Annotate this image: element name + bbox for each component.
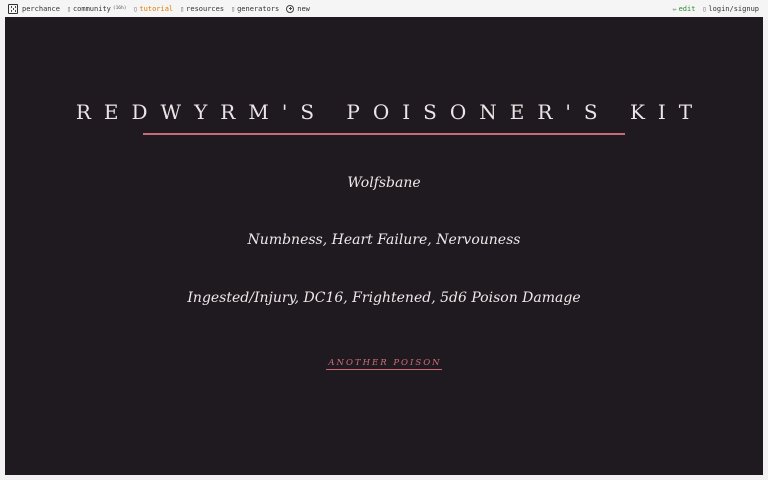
nav-right: ✏ edit ▯ login/signup (673, 5, 768, 13)
tutorial-link[interactable]: ▯ tutorial (133, 5, 173, 13)
pencil-icon: ✏ (672, 4, 677, 13)
perchance-home-link[interactable]: perchance (8, 3, 60, 14)
page-title: REDWYRM'S POISONER'S KIT (75, 100, 706, 124)
dice-icon (8, 3, 18, 14)
tutorial-label: tutorial (139, 4, 174, 13)
generators-label: generators (237, 4, 280, 13)
resources-link[interactable]: ▯ resources (180, 5, 224, 13)
user-icon: ▯ (702, 4, 707, 13)
new-label: new (297, 4, 310, 13)
title-divider (143, 133, 625, 135)
resources-icon: ▯ (180, 4, 185, 13)
brand-label: perchance (22, 4, 60, 13)
poison-name: Wolfsbane (347, 175, 421, 191)
community-icon: ▯ (66, 4, 72, 13)
poison-effects: Numbness, Heart Failure, Nervouness (247, 232, 521, 248)
community-label: community (72, 4, 111, 13)
resources-label: resources (186, 4, 225, 13)
edit-link[interactable]: ✏ edit (673, 5, 696, 13)
tutorial-icon: ▯ (133, 4, 138, 13)
generator-output-panel: REDWYRM'S POISONER'S KIT Wolfsbane Numbn… (5, 17, 763, 475)
community-count-badge: (16h) (112, 6, 127, 11)
another-poison-container: ANOTHER POISON (5, 352, 763, 370)
another-poison-button[interactable]: ANOTHER POISON (326, 358, 442, 370)
new-generator-link[interactable]: new (286, 4, 310, 13)
edit-label: edit (678, 4, 696, 13)
login-link[interactable]: ▯ login/signup (702, 5, 759, 13)
generators-icon: ▯ (231, 4, 236, 13)
plus-circle-icon (286, 4, 295, 13)
community-link[interactable]: ▯ community (16h) (67, 5, 126, 13)
login-label: login/signup (708, 4, 759, 13)
top-nav-bar: perchance ▯ community (16h) ▯ tutorial ▯… (0, 0, 768, 17)
poison-details: Ingested/Injury, DC16, Frightened, 5d6 P… (187, 290, 581, 306)
generators-link[interactable]: ▯ generators (231, 5, 279, 13)
nav-left: perchance ▯ community (16h) ▯ tutorial ▯… (0, 3, 317, 14)
